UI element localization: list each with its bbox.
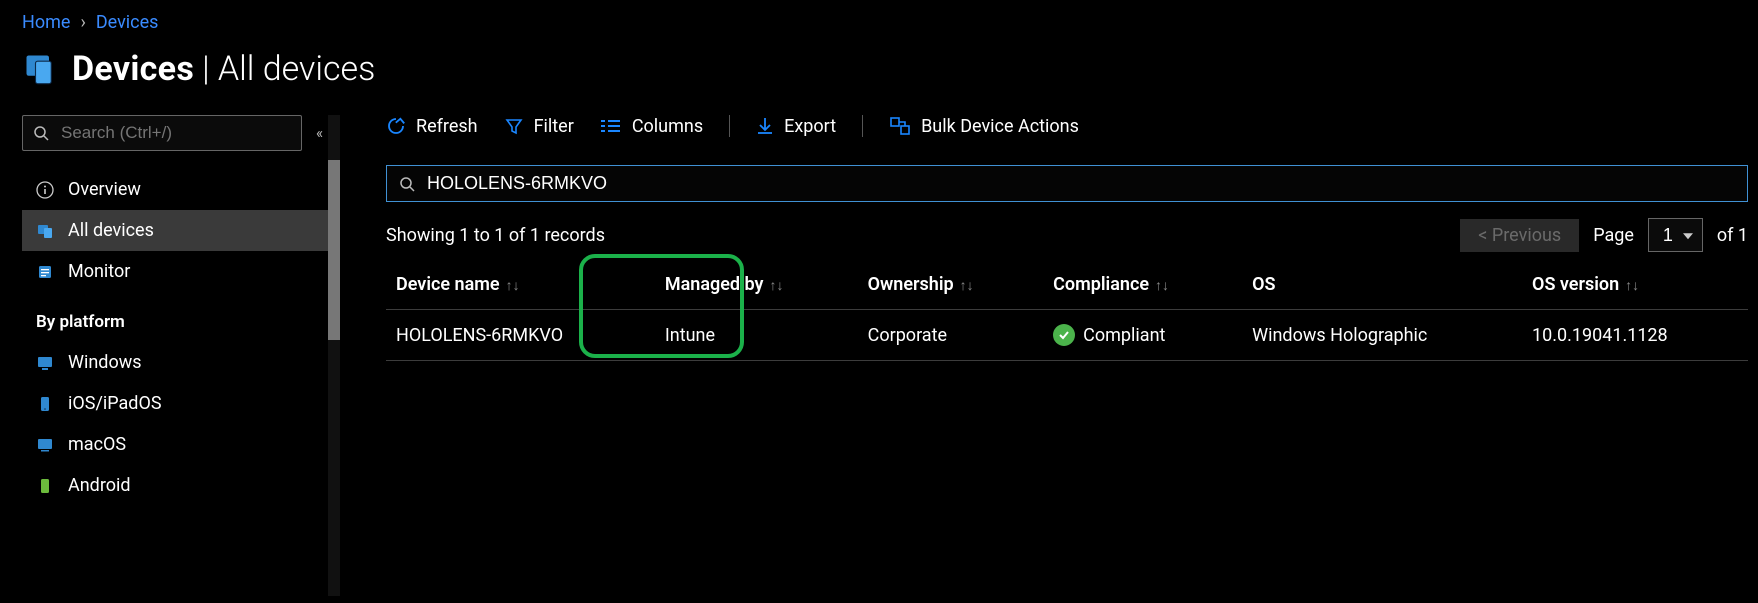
sidebar-item-label: Overview: [68, 179, 141, 200]
devices-table: Device name↑↓ Managed by↑↓ Ownership↑↓ C…: [386, 260, 1748, 361]
sort-icon: ↑↓: [1625, 277, 1639, 294]
sidebar-item-windows[interactable]: Windows: [22, 342, 332, 383]
macos-icon: [36, 436, 54, 454]
toolbar-separator: [862, 115, 863, 137]
sidebar-item-label: All devices: [68, 220, 154, 241]
search-filter-box[interactable]: [386, 165, 1748, 202]
sidebar-item-ios[interactable]: iOS/iPadOS: [22, 383, 332, 424]
devices-icon: [36, 222, 54, 240]
monitor-icon: [36, 263, 54, 281]
android-icon: [36, 477, 54, 495]
sidebar-item-android[interactable]: Android: [22, 465, 332, 506]
search-icon: [399, 176, 415, 192]
filter-icon: [504, 116, 524, 136]
search-filter-input[interactable]: [425, 172, 1735, 195]
cell-managed-by: Intune: [655, 310, 858, 361]
pager: < Previous Page 1 of 1: [1460, 218, 1748, 252]
page-title: Devices | All devices: [72, 49, 375, 89]
cell-ownership: Corporate: [858, 310, 1044, 361]
scrollbar-thumb[interactable]: [328, 160, 340, 340]
table-row[interactable]: HOLOLENS-6RMKVO Intune Corporate Complia…: [386, 310, 1748, 361]
toolbar-separator: [729, 115, 730, 137]
col-os-version[interactable]: OS version↑↓: [1522, 260, 1748, 310]
cell-device-name: HOLOLENS-6RMKVO: [386, 310, 655, 361]
sidebar-heading-platform: By platform: [22, 292, 340, 342]
sidebar: « Overview All devices Mon: [0, 115, 340, 596]
breadcrumb: Home › Devices: [22, 0, 1736, 33]
collapse-sidebar-button[interactable]: «: [316, 124, 323, 142]
columns-button[interactable]: Columns: [600, 116, 703, 137]
records-status: Showing 1 to 1 of 1 records: [386, 225, 605, 246]
cell-os-version: 10.0.19041.1128: [1522, 310, 1748, 361]
breadcrumb-devices[interactable]: Devices: [96, 12, 159, 33]
chevron-right-icon: ›: [80, 12, 85, 33]
sort-icon: ↑↓: [1155, 277, 1169, 294]
col-managed-by[interactable]: Managed by↑↓: [655, 260, 858, 310]
ios-icon: [36, 395, 54, 413]
sidebar-search-input[interactable]: [59, 122, 289, 144]
sidebar-item-macos[interactable]: macOS: [22, 424, 332, 465]
refresh-button[interactable]: Refresh: [386, 116, 478, 137]
bulk-icon: [889, 116, 911, 136]
sidebar-item-monitor[interactable]: Monitor: [22, 251, 332, 292]
columns-icon: [600, 117, 622, 135]
sort-icon: ↑↓: [770, 277, 784, 294]
sidebar-item-all-devices[interactable]: All devices: [22, 210, 332, 251]
col-ownership[interactable]: Ownership↑↓: [858, 260, 1044, 310]
breadcrumb-home[interactable]: Home: [22, 12, 70, 33]
sidebar-item-label: iOS/iPadOS: [68, 393, 162, 414]
sidebar-item-overview[interactable]: Overview: [22, 169, 332, 210]
page-label: Page: [1593, 225, 1634, 246]
sidebar-item-label: Android: [68, 475, 131, 496]
info-icon: [36, 181, 54, 199]
main-content: Refresh Filter Columns: [340, 115, 1758, 596]
col-compliance[interactable]: Compliance↑↓: [1043, 260, 1242, 310]
sort-icon: ↑↓: [506, 277, 520, 294]
devices-icon: [22, 51, 58, 87]
col-os[interactable]: OS: [1242, 260, 1522, 310]
bulk-actions-button[interactable]: Bulk Device Actions: [889, 116, 1079, 137]
cell-os: Windows Holographic: [1242, 310, 1522, 361]
export-button[interactable]: Export: [756, 116, 836, 137]
col-device-name[interactable]: Device name↑↓: [386, 260, 655, 310]
refresh-icon: [386, 116, 406, 136]
sort-icon: ↑↓: [960, 277, 974, 294]
search-icon: [33, 125, 49, 141]
check-circle-icon: [1053, 324, 1075, 346]
sidebar-item-label: macOS: [68, 434, 126, 455]
sidebar-item-label: Windows: [68, 352, 142, 373]
filter-button[interactable]: Filter: [504, 116, 574, 137]
sidebar-item-label: Monitor: [68, 261, 130, 282]
download-icon: [756, 116, 774, 136]
sidebar-scrollbar[interactable]: [328, 115, 340, 596]
cell-compliance: Compliant: [1043, 310, 1242, 361]
page-of: of 1: [1717, 225, 1748, 246]
toolbar: Refresh Filter Columns: [386, 115, 1748, 165]
page-select[interactable]: 1: [1648, 218, 1703, 252]
sidebar-search[interactable]: [22, 115, 302, 151]
windows-icon: [36, 354, 54, 372]
previous-button[interactable]: < Previous: [1460, 219, 1579, 252]
